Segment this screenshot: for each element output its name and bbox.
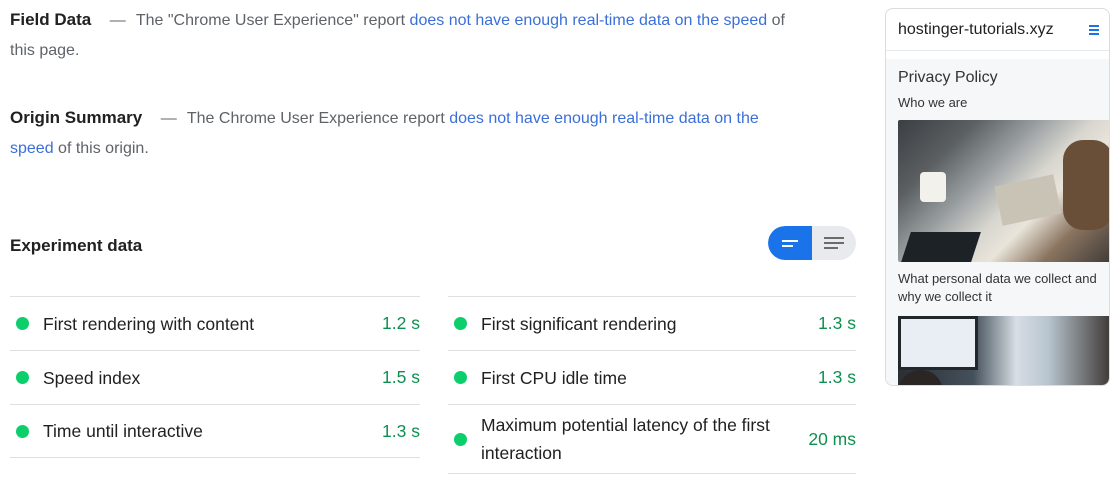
metric-label: First CPU idle time (481, 367, 627, 388)
metrics-column-left: First rendering with content 1.2 s Speed… (10, 296, 420, 458)
pass-indicator-icon (454, 371, 467, 384)
preview-site-title: hostinger-tutorials.xyz (898, 20, 1054, 38)
metric-row: Time until interactive 1.3 s (10, 404, 420, 458)
field-data-link[interactable]: does not have enough real-time data on t… (410, 12, 768, 29)
metric-label: First rendering with content (43, 313, 255, 334)
origin-summary-dash: — (160, 110, 177, 127)
origin-summary-text-after: of this origin. (58, 140, 149, 157)
field-data-text: The "Chrome User Experience" report (135, 12, 410, 29)
origin-summary-text: The Chrome User Experience report (186, 110, 450, 127)
metric-value: 20 ms (808, 428, 856, 449)
origin-summary-section: Origin Summary — The Chrome User Experie… (10, 103, 800, 164)
field-data-dash: — (109, 12, 126, 29)
page-screenshot-preview: hostinger-tutorials.xyz Privacy Policy W… (885, 8, 1110, 386)
metric-row: First significant rendering 1.3 s (448, 296, 856, 350)
preview-header: hostinger-tutorials.xyz (886, 9, 1109, 51)
metric-row: Maximum potential latency of the first i… (448, 404, 856, 474)
preview-subheading: Who we are (898, 95, 968, 110)
pass-indicator-icon (454, 317, 467, 330)
preview-paragraph: What personal data we collect and why we… (898, 271, 1097, 304)
metric-row: Speed index 1.5 s (10, 350, 420, 404)
origin-summary-heading: Origin Summary (10, 108, 143, 127)
metric-label: Maximum potential latency of the first i… (481, 415, 770, 463)
summary-view-button[interactable] (768, 226, 812, 260)
metrics-column-right: First significant rendering 1.3 s First … (448, 296, 856, 474)
view-toggle (768, 226, 856, 260)
pass-indicator-icon (454, 432, 467, 446)
experiment-data-heading: Experiment data (10, 236, 143, 255)
metric-label: First significant rendering (481, 313, 677, 334)
list-view-button[interactable] (812, 226, 856, 260)
metric-row: First CPU idle time 1.3 s (448, 350, 856, 404)
pass-indicator-icon (16, 317, 29, 330)
preview-photo-workspace (898, 120, 1109, 262)
metric-value: 1.3 s (382, 420, 420, 441)
pass-indicator-icon (16, 371, 29, 384)
metric-label: Time until interactive (43, 421, 203, 441)
metric-value: 1.3 s (818, 313, 856, 333)
summary-view-icon (782, 239, 798, 247)
pass-indicator-icon (16, 424, 29, 438)
metric-value: 1.5 s (382, 367, 420, 387)
metric-value: 1.2 s (382, 313, 420, 333)
menu-icon (1089, 25, 1099, 35)
field-data-heading: Field Data (10, 10, 92, 29)
metric-value: 1.3 s (818, 367, 856, 387)
preview-photo-monitor (898, 316, 1109, 385)
preview-content: Privacy Policy Who we are What personal … (886, 59, 1109, 385)
field-data-section: Field Data — The "Chrome User Experience… (10, 5, 810, 66)
list-view-icon (824, 237, 844, 249)
metric-label: Speed index (43, 367, 141, 388)
metric-row: First rendering with content 1.2 s (10, 296, 420, 350)
preview-page-title: Privacy Policy (898, 69, 998, 86)
